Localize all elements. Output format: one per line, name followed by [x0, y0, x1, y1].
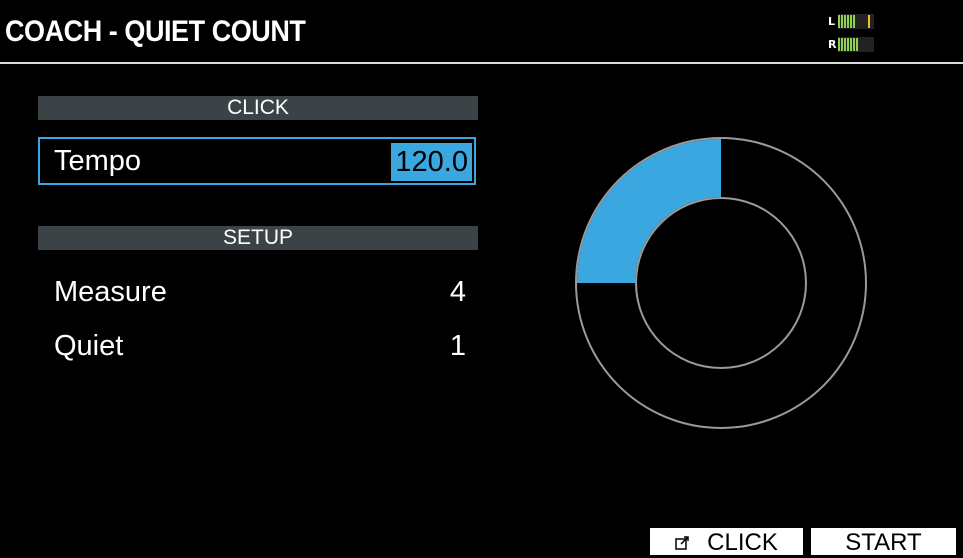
click-button[interactable]: CLICK	[650, 528, 803, 556]
meter-segment	[844, 38, 846, 51]
click-button-label: CLICK	[707, 529, 778, 556]
meter-segment	[853, 38, 855, 51]
meter-segment	[850, 15, 852, 28]
external-link-icon	[675, 536, 689, 550]
setup-section-header: SETUP	[38, 226, 478, 250]
meter-segment	[841, 15, 843, 28]
measure-progress-ring	[575, 137, 867, 429]
quiet-label: Quiet	[54, 330, 124, 362]
level-meter-right: R	[828, 37, 874, 52]
measure-label: Measure	[54, 276, 167, 308]
meter-segment	[850, 38, 852, 51]
level-meter-left: L	[828, 14, 874, 29]
tempo-value[interactable]: 120.0	[391, 143, 472, 181]
start-button[interactable]: START	[811, 528, 956, 556]
meter-segment	[853, 15, 855, 28]
start-button-label: START	[845, 529, 922, 556]
meter-left-label: L	[828, 15, 836, 28]
title-bar: COACH - QUIET COUNT L R	[0, 0, 963, 64]
meter-segment	[838, 38, 840, 51]
quiet-row[interactable]: Quiet 1	[38, 322, 476, 370]
measure-value[interactable]: 4	[450, 268, 466, 316]
ring-center	[637, 199, 805, 367]
click-section-header: CLICK	[38, 96, 478, 120]
meter-peak-hold	[868, 15, 870, 28]
tempo-row[interactable]: Tempo 120.0	[38, 137, 476, 185]
quiet-value[interactable]: 1	[450, 322, 466, 370]
meter-segment	[847, 15, 849, 28]
tempo-label: Tempo	[54, 145, 142, 177]
meter-segment	[844, 15, 846, 28]
meter-segment	[856, 38, 858, 51]
measure-row[interactable]: Measure 4	[38, 268, 476, 316]
meter-segment	[838, 15, 840, 28]
meter-left-bar	[838, 14, 874, 29]
page-title: COACH - QUIET COUNT	[5, 15, 306, 48]
meter-segment	[847, 38, 849, 51]
meter-right-bar	[838, 37, 874, 52]
meter-right-label: R	[828, 38, 837, 51]
meter-segment	[841, 38, 843, 51]
